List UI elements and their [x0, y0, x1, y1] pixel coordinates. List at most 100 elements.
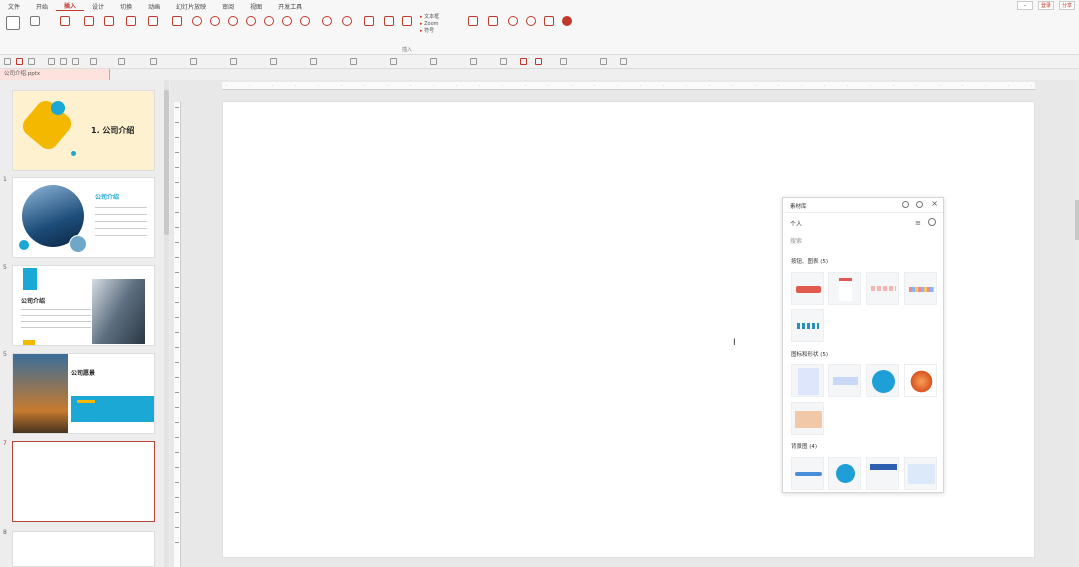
menu-home[interactable]: 开始 — [28, 2, 56, 11]
ribbon-button-22[interactable] — [482, 14, 504, 27]
indent-icon[interactable] — [150, 58, 157, 65]
menu-insert[interactable]: 插入 — [56, 1, 85, 11]
ribbon-button-26[interactable] — [556, 14, 578, 27]
outline-icon[interactable] — [310, 58, 317, 65]
ribbon-button-4[interactable] — [78, 14, 100, 27]
font-color-icon[interactable] — [190, 58, 197, 65]
ribbon-button-5[interactable] — [98, 14, 120, 27]
asset-card[interactable] — [828, 457, 861, 490]
italic-icon[interactable] — [72, 58, 79, 65]
section-title[interactable]: 图标和形状 (5) — [791, 350, 828, 358]
section-title[interactable]: 按钮、图表 (5) — [791, 257, 828, 265]
slide-thumbnail-1[interactable]: 1. 公司介绍 — [12, 90, 155, 171]
redo-icon[interactable] — [28, 58, 35, 65]
list-icon[interactable]: ≡ — [915, 219, 921, 227]
document-tab[interactable]: 公司介绍.pptx — [0, 69, 110, 80]
spacing-icon[interactable] — [560, 58, 567, 65]
scrollbar-thumb[interactable] — [164, 90, 169, 235]
canvas-scrollbar[interactable] — [1075, 80, 1079, 567]
menu-developer[interactable]: 开发工具 — [270, 2, 310, 11]
ruler-tick: · — [870, 83, 872, 88]
table-format-icon[interactable] — [520, 58, 527, 65]
asset-card[interactable] — [791, 272, 824, 305]
blue-strip-asset — [795, 472, 822, 476]
menu-review[interactable]: 审阅 — [214, 2, 242, 11]
panel-search-input[interactable]: 搜索 — [790, 236, 802, 245]
crop-icon[interactable] — [470, 58, 477, 65]
ribbon-button-20[interactable] — [396, 14, 418, 27]
scrollbar-thumb[interactable] — [1075, 200, 1079, 240]
undo-icon[interactable] — [16, 58, 23, 65]
asset-card[interactable] — [904, 272, 937, 305]
ribbon-button-3[interactable] — [54, 14, 76, 27]
ribbon-button-6[interactable] — [120, 14, 142, 27]
menu-circle-icon[interactable] — [928, 218, 936, 226]
group-icon[interactable] — [390, 58, 397, 65]
link-icon — [246, 16, 256, 26]
menu-file[interactable]: 文件 — [0, 2, 28, 11]
rotate-icon[interactable] — [430, 58, 437, 65]
slide-thumbnail-2[interactable]: 公司介绍 — [12, 177, 155, 258]
ribbon-button-17[interactable] — [336, 14, 358, 27]
ribbon-button-21[interactable] — [462, 14, 484, 27]
share-button[interactable]: 分享 — [1058, 1, 1075, 10]
bullet-icon[interactable] — [118, 58, 125, 65]
slide-thumbnail-4[interactable]: 公司愿景 — [12, 353, 155, 434]
textbox-button[interactable]: 文本框 — [420, 14, 439, 21]
asset-card[interactable] — [791, 309, 824, 342]
menu-slideshow[interactable]: 幻灯片放映 — [168, 2, 214, 11]
asset-card[interactable] — [791, 364, 824, 397]
ribbon-button-2[interactable] — [24, 14, 46, 27]
ribbon-button-18[interactable] — [358, 14, 380, 27]
direction-icon[interactable] — [600, 58, 607, 65]
asset-card[interactable] — [866, 364, 899, 397]
ribbon-button-7[interactable] — [142, 14, 164, 27]
refresh-icon[interactable] — [902, 201, 909, 208]
symbol-button[interactable]: 符号 — [420, 28, 439, 35]
close-icon[interactable]: × — [931, 199, 938, 208]
ribbon-button-new-slide[interactable] — [2, 14, 24, 31]
shape-icon — [30, 16, 40, 26]
slide-thumbnail-3[interactable]: 公司介绍 — [12, 265, 155, 346]
login-button[interactable]: 登录 — [1037, 1, 1054, 10]
screen-record-icon — [508, 16, 518, 26]
thumbnail-scrollbar[interactable] — [164, 80, 169, 567]
settings-icon[interactable] — [916, 201, 923, 208]
tab-personal[interactable]: 个人 — [790, 219, 802, 228]
slide-number: 5 — [3, 351, 7, 358]
save-icon[interactable] — [4, 58, 11, 65]
shape-fill-icon[interactable] — [270, 58, 277, 65]
asset-card[interactable] — [791, 402, 824, 435]
ribbon-button-15[interactable] — [294, 14, 316, 27]
align-icon[interactable] — [90, 58, 97, 65]
picture-format-icon[interactable] — [500, 58, 507, 65]
menu-design[interactable]: 设计 — [84, 2, 112, 11]
ribbon-button-16[interactable] — [316, 14, 338, 27]
menu-view[interactable]: 视图 — [242, 2, 270, 11]
ribbon-button-8[interactable] — [166, 14, 188, 27]
bold-icon[interactable] — [60, 58, 67, 65]
asset-card[interactable] — [904, 457, 937, 490]
zoom-button[interactable]: Zoom — [420, 21, 439, 28]
ruler-tick: · — [709, 83, 711, 88]
slide-thumbnail-6[interactable] — [12, 531, 155, 567]
more-icon[interactable] — [620, 58, 627, 65]
asset-card[interactable] — [828, 364, 861, 397]
arrange-icon[interactable] — [350, 58, 357, 65]
asset-card[interactable] — [866, 457, 899, 490]
ruler-tick — [175, 197, 179, 198]
asset-card[interactable] — [904, 364, 937, 397]
slide-thumbnail-5[interactable] — [12, 441, 155, 522]
slide-number: 1 — [3, 176, 7, 183]
section-title[interactable]: 背景图 (4) — [791, 442, 817, 450]
minimize-button[interactable]: – — [1016, 1, 1033, 10]
format-icon[interactable] — [48, 58, 55, 65]
asset-card[interactable] — [791, 457, 824, 490]
ruler-tick: · — [939, 83, 941, 88]
menu-animations[interactable]: 动画 — [140, 2, 168, 11]
asset-card[interactable] — [866, 272, 899, 305]
highlight-icon[interactable] — [230, 58, 237, 65]
menu-transitions[interactable]: 切换 — [112, 2, 140, 11]
asset-card[interactable] — [828, 272, 861, 305]
draw-table-icon[interactable] — [535, 58, 542, 65]
